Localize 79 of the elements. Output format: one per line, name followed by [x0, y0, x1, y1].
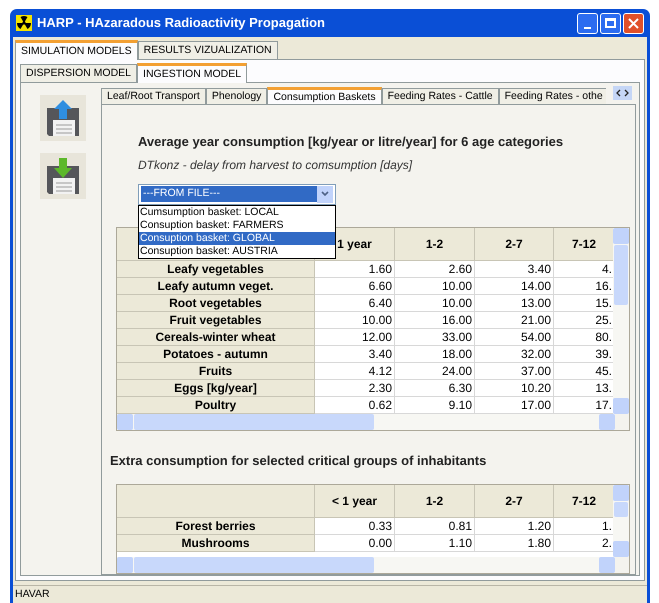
table-cell: 18.00 — [395, 346, 475, 362]
download-file-button[interactable] — [40, 153, 86, 199]
table-cell: 6.60 — [315, 278, 395, 294]
row-label: Forest berries — [117, 518, 315, 535]
row-label: Mushrooms — [117, 535, 315, 552]
column-header: 2-7 — [475, 485, 554, 518]
tab[interactable]: DISPERSION MODEL — [20, 64, 138, 82]
table-cell: 16.00 — [395, 312, 475, 328]
horizontal-scrollbar[interactable] — [117, 414, 615, 430]
row-label: Eggs [kg/year] — [117, 380, 315, 396]
table-cell: 32.00 — [475, 346, 554, 362]
status-text: HAVAR — [15, 586, 50, 602]
column-header: 1-2 — [395, 228, 475, 260]
table-cell: 4.12 — [315, 362, 395, 380]
table-cell: 1.60 — [315, 260, 395, 278]
row-label: Fruits — [117, 362, 315, 380]
table-cell: 2.60 — [395, 260, 475, 278]
tab[interactable]: Feeding Rates - Cattle — [382, 88, 499, 104]
table-cell: 3.40 — [475, 260, 554, 278]
dropdown-option[interactable]: Consuption basket: GLOBAL — [139, 232, 335, 244]
table-cell: 37.00 — [475, 362, 554, 380]
scroll-right-icon[interactable] — [624, 89, 629, 97]
table-cell: 1.80 — [475, 535, 554, 552]
table-cell: 14.00 — [475, 278, 554, 294]
section-heading: Extra consumption for selected critical groups of inhabitants — [110, 452, 488, 470]
table-cell: 12.00 — [315, 328, 395, 346]
table-cell: 10.00 — [315, 312, 395, 328]
tab[interactable]: Phenology — [206, 88, 268, 104]
table-cell: 54.00 — [475, 328, 554, 346]
table-cell: 2.30 — [315, 380, 395, 396]
row-label: Leafy autumn veget. — [117, 278, 315, 294]
table-cell: 6.30 — [395, 380, 475, 396]
table-cell: 13.00 — [475, 294, 554, 312]
tab[interactable]: Consumption Baskets — [267, 87, 382, 104]
row-label: Potatoes - autumn — [117, 346, 315, 362]
row-label: Leafy vegetables — [117, 260, 315, 278]
table-cell: 1.10 — [395, 535, 475, 552]
delay-note: DTkonz - delay from harvest to comsumption [days] — [137, 156, 414, 174]
tab[interactable]: Leaf/Root Transport — [101, 88, 206, 104]
tab[interactable]: INGESTION MODEL — [137, 63, 248, 83]
table-cell: 3.40 — [315, 346, 395, 362]
row-label: Poultry — [117, 396, 315, 414]
table-cell: 1.20 — [475, 518, 554, 535]
vertical-scrollbar[interactable] — [613, 485, 629, 557]
row-label: Cereals-winter wheat — [117, 328, 315, 346]
row-label: Fruit vegetables — [117, 312, 315, 328]
tab[interactable]: SIMULATION MODELS — [15, 40, 138, 60]
table-cell: 0.00 — [315, 535, 395, 552]
basket-dropdown[interactable]: ---FROM FILE--- — [138, 184, 336, 204]
tab[interactable]: RESULTS VIZUALIZATION — [138, 41, 278, 59]
column-header: 1-2 — [395, 485, 475, 518]
row-label: Root vegetables — [117, 294, 315, 312]
close-icon — [628, 18, 639, 28]
table-cell: 0.81 — [395, 518, 475, 535]
column-header: 7-12 — [554, 228, 614, 260]
upload-file-button[interactable] — [40, 95, 86, 141]
table-cell: 10.00 — [395, 294, 475, 312]
vertical-scrollbar[interactable] — [613, 228, 629, 414]
table-cell: 21.00 — [475, 312, 554, 328]
close-button[interactable] — [623, 12, 644, 34]
table-cell: 10.20 — [475, 380, 554, 396]
section-heading: Average year consumption [kg/year or litre/year] for 6 age categories — [137, 133, 564, 151]
table-cell: 10.00 — [395, 278, 475, 294]
tab[interactable]: Feeding Rates - othe — [498, 88, 606, 104]
dropdown-option[interactable]: Cumsumption basket: LOCAL — [139, 206, 335, 218]
radiation-icon — [16, 15, 32, 31]
maximize-button[interactable] — [600, 12, 621, 34]
minimize-button[interactable] — [577, 12, 598, 34]
horizontal-scrollbar[interactable] — [117, 557, 615, 573]
table-cell: 33.00 — [395, 328, 475, 346]
table-cell: 6.40 — [315, 294, 395, 312]
window-title: HARP - HAzaradous Radioactivity Propagation — [37, 14, 326, 32]
dropdown-value: ---FROM FILE--- — [141, 186, 317, 202]
column-header: 2-7 — [475, 228, 554, 260]
table-cell: 0.33 — [315, 518, 395, 535]
column-header: < 1 year — [315, 485, 395, 518]
table-cell: 24.00 — [395, 362, 475, 380]
column-header: 7-12 — [554, 485, 614, 518]
scroll-left-icon[interactable] — [616, 89, 621, 97]
